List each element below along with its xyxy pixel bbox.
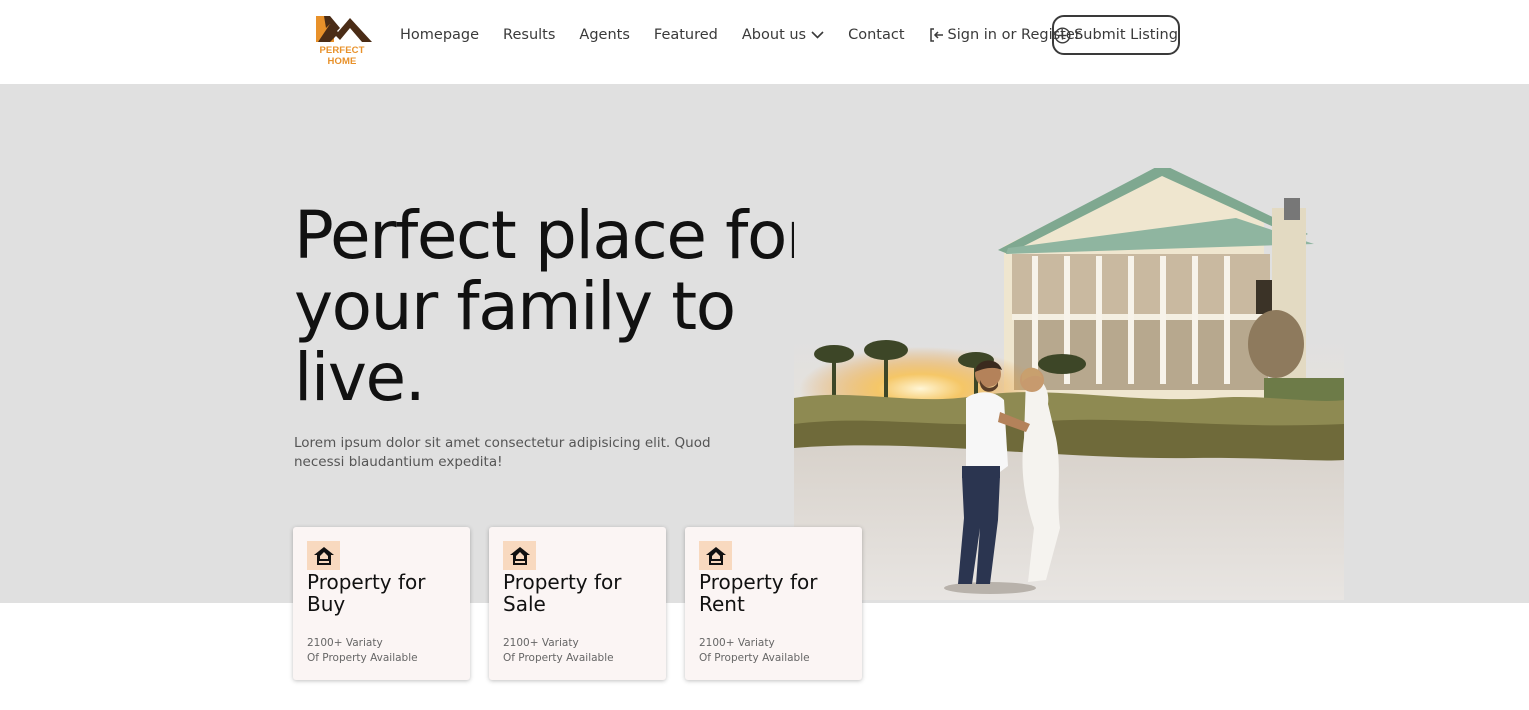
card-title: Property for Buy (307, 570, 426, 616)
card-line-2: Of Property Available (307, 652, 418, 664)
nav-agents[interactable]: Agents (567, 27, 641, 43)
card-property-sale[interactable]: Property for Sale 2100+ Variaty Of Prope… (489, 527, 666, 680)
nav-results-label: Results (503, 27, 556, 43)
card-line-2: Of Property Available (699, 652, 810, 664)
nav-featured[interactable]: Featured (642, 27, 730, 43)
card-subtitle: 2100+ Variaty Of Property Available (307, 636, 457, 666)
card-title: Property for Rent (699, 570, 818, 616)
card-line-1: 2100+ Variaty (307, 637, 383, 649)
nav-contact-label: Contact (848, 27, 905, 43)
chevron-down-icon (811, 31, 824, 39)
card-subtitle: 2100+ Variaty Of Property Available (503, 636, 653, 666)
hero-title: Perfect place for your family to live. (294, 197, 813, 416)
house-icon (503, 541, 536, 570)
nav-contact[interactable]: Contact (836, 27, 916, 43)
submit-listing-label: Submit Listing (1074, 27, 1178, 43)
site-header: PERFECT HOME Homepage Results Agents Fea… (0, 0, 1529, 84)
card-title: Property for Sale (503, 570, 622, 616)
house-icon (307, 541, 340, 570)
card-property-rent[interactable]: Property for Rent 2100+ Variaty Of Prope… (685, 527, 862, 680)
brand-logo[interactable]: PERFECT HOME (304, 14, 380, 67)
card-property-buy[interactable]: Property for Buy 2100+ Variaty Of Proper… (293, 527, 470, 680)
nav-about-us-label: About us (741, 27, 807, 43)
card-line-2: Of Property Available (503, 652, 614, 664)
plus-circle-icon (1054, 26, 1071, 44)
hero-image (794, 168, 1344, 600)
card-line-1: 2100+ Variaty (503, 637, 579, 649)
card-line-1: 2100+ Variaty (699, 637, 775, 649)
nav-featured-label: Featured (653, 27, 718, 43)
main-nav: Homepage Results Agents Featured About u… (388, 0, 1093, 70)
nav-agents-label: Agents (579, 27, 630, 43)
submit-listing-button[interactable]: Submit Listing (1052, 15, 1180, 55)
sign-in-icon (929, 28, 943, 42)
nav-about-us[interactable]: About us (730, 27, 836, 43)
nav-results[interactable]: Results (491, 27, 567, 43)
logo-mark-icon (316, 16, 372, 42)
hero-description: Lorem ipsum dolor sit amet consectetur a… (294, 435, 711, 470)
brand-name: PERFECT HOME (319, 45, 365, 67)
house-icon (699, 541, 732, 570)
card-subtitle: 2100+ Variaty Of Property Available (699, 636, 849, 666)
nav-homepage-label: Homepage (400, 27, 480, 43)
nav-homepage[interactable]: Homepage (388, 27, 491, 43)
